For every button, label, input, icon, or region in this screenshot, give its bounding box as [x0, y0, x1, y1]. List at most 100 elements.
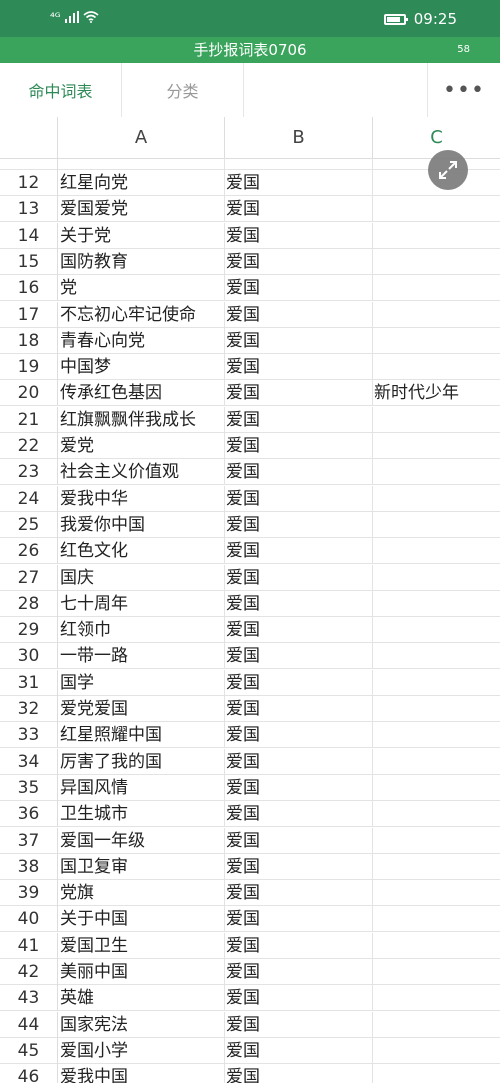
row-number[interactable]: 41: [0, 932, 58, 959]
cell-a[interactable]: 爱我中国: [58, 1064, 225, 1083]
row-number[interactable]: 43: [0, 985, 58, 1012]
table-row[interactable]: 23 社会主义价值观 爱国: [0, 459, 500, 486]
cell-a[interactable]: 传承红色基因: [58, 380, 225, 407]
row-number[interactable]: 22: [0, 433, 58, 459]
cell-b[interactable]: 爱国: [225, 248, 373, 275]
row-number[interactable]: 19: [0, 354, 58, 381]
cell-b[interactable]: 爱国: [225, 538, 373, 565]
table-row[interactable]: 45 爱国小学 爱国: [0, 1037, 500, 1064]
cell-c[interactable]: [373, 1038, 500, 1064]
cell-c[interactable]: 新时代少年: [373, 380, 500, 406]
row-number[interactable]: 40: [0, 906, 58, 933]
table-row[interactable]: 44 国家宪法 爱国: [0, 1011, 500, 1038]
table-row[interactable]: 26 红色文化 爱国: [0, 538, 500, 565]
expand-button[interactable]: [428, 150, 468, 190]
table-row[interactable]: 14 关于党 爱国: [0, 222, 500, 249]
cell-a[interactable]: 国学: [58, 669, 225, 696]
cell-b[interactable]: 爱国: [225, 301, 373, 328]
table-row[interactable]: 13 爱国爱党 爱国: [0, 196, 500, 223]
table-row[interactable]: 43 英雄 爱国: [0, 985, 500, 1012]
column-header-a[interactable]: A: [58, 117, 225, 158]
cell-b[interactable]: 爱国: [225, 485, 373, 512]
row-number[interactable]: 34: [0, 748, 58, 775]
cell-c[interactable]: [373, 906, 500, 932]
cell-b[interactable]: 爱国: [225, 1011, 373, 1038]
tab-hit-words[interactable]: 命中词表: [0, 63, 122, 117]
cell-a[interactable]: 异国风情: [58, 774, 225, 801]
cell-c[interactable]: [373, 933, 500, 959]
cell-a[interactable]: 红旗飘飘伴我成长: [58, 406, 225, 433]
cell-b[interactable]: 爱国: [225, 696, 373, 722]
cell-c[interactable]: [373, 1012, 500, 1038]
cell-c[interactable]: [373, 249, 500, 275]
table-row[interactable]: 30 一带一路 爱国: [0, 643, 500, 670]
table-row[interactable]: 38 国卫复审 爱国: [0, 853, 500, 880]
cell-b[interactable]: 爱国: [225, 880, 373, 907]
table-row[interactable]: 35 异国风情 爱国: [0, 774, 500, 801]
cell-b[interactable]: 爱国: [225, 196, 373, 223]
table-row[interactable]: 40 关于中国 爱国: [0, 906, 500, 933]
cell-a[interactable]: 中国梦: [58, 354, 225, 381]
row-number[interactable]: 44: [0, 1011, 58, 1038]
row-number[interactable]: 24: [0, 485, 58, 512]
cell-b[interactable]: 爱国: [225, 354, 373, 381]
row-number[interactable]: 31: [0, 669, 58, 696]
cell-a[interactable]: 红色文化: [58, 538, 225, 565]
table-row-partial[interactable]: [0, 158, 500, 170]
cell-a[interactable]: 英雄: [58, 985, 225, 1012]
cell-a[interactable]: 国卫复审: [58, 853, 225, 880]
cell-c[interactable]: [373, 696, 500, 722]
row-number[interactable]: 28: [0, 590, 58, 617]
table-row[interactable]: 46 爱我中国 爱国: [0, 1064, 500, 1083]
cell-a[interactable]: 关于中国: [58, 906, 225, 933]
cell-b[interactable]: 爱国: [225, 827, 373, 854]
cell-b[interactable]: 爱国: [225, 643, 373, 670]
table-row[interactable]: 37 爱国一年级 爱国: [0, 827, 500, 854]
table-row[interactable]: 32 爱党爱国 爱国: [0, 696, 500, 722]
row-number[interactable]: 21: [0, 406, 58, 433]
table-row[interactable]: 17 不忘初心牢记使命 爱国: [0, 301, 500, 328]
cell-b[interactable]: 爱国: [225, 985, 373, 1012]
row-number[interactable]: 23: [0, 459, 58, 486]
cell-b[interactable]: 爱国: [225, 617, 373, 644]
row-number[interactable]: 30: [0, 643, 58, 670]
cell-b[interactable]: 爱国: [225, 1037, 373, 1064]
table-row[interactable]: 41 爱国卫生 爱国: [0, 932, 500, 959]
cell-a[interactable]: 红星照耀中国: [58, 722, 225, 749]
cell-b[interactable]: 爱国: [225, 590, 373, 617]
cell-c[interactable]: [373, 459, 500, 485]
cell-a[interactable]: 七十周年: [58, 590, 225, 617]
cell-b[interactable]: [225, 158, 373, 170]
cell-c[interactable]: [373, 433, 500, 459]
table-row[interactable]: 39 党旗 爱国: [0, 880, 500, 907]
cell-b[interactable]: 爱国: [225, 222, 373, 249]
cell-c[interactable]: [373, 538, 500, 564]
table-row[interactable]: 24 爱我中华 爱国: [0, 485, 500, 512]
cell-c[interactable]: [373, 591, 500, 617]
cell-a[interactable]: 厉害了我的国: [58, 748, 225, 775]
row-number[interactable]: 39: [0, 880, 58, 907]
cell-c[interactable]: [373, 670, 500, 696]
cell-a[interactable]: 爱国卫生: [58, 932, 225, 959]
cell-c[interactable]: [373, 565, 500, 591]
cell-b[interactable]: 爱国: [225, 669, 373, 696]
cell-c[interactable]: [373, 328, 500, 354]
cell-c[interactable]: [373, 617, 500, 643]
cell-a[interactable]: 爱党爱国: [58, 696, 225, 722]
cell-a[interactable]: 不忘初心牢记使命: [58, 301, 225, 328]
cell-a[interactable]: 红领巾: [58, 617, 225, 644]
row-number[interactable]: 29: [0, 617, 58, 644]
table-row[interactable]: 34 厉害了我的国 爱国: [0, 748, 500, 775]
cell-a[interactable]: 美丽中国: [58, 959, 225, 985]
cell-b[interactable]: 爱国: [225, 853, 373, 880]
more-menu-button[interactable]: •••: [427, 63, 500, 117]
cell-b[interactable]: 爱国: [225, 564, 373, 591]
cell-a[interactable]: 爱党: [58, 433, 225, 459]
row-number[interactable]: 42: [0, 959, 58, 985]
cell-c[interactable]: [373, 486, 500, 512]
cell-b[interactable]: 爱国: [225, 459, 373, 486]
table-row[interactable]: 21 红旗飘飘伴我成长 爱国: [0, 406, 500, 433]
table-row[interactable]: 20 传承红色基因 爱国 新时代少年: [0, 380, 500, 407]
cell-b[interactable]: 爱国: [225, 722, 373, 749]
row-number[interactable]: [0, 158, 58, 170]
